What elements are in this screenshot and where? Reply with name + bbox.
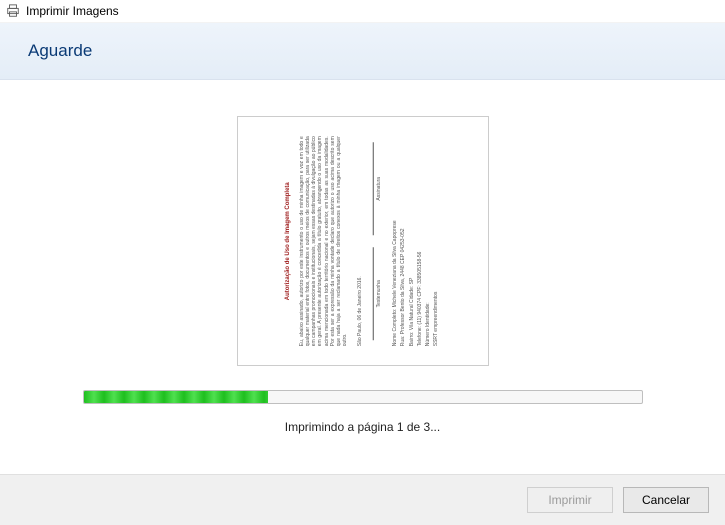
content-area: Autorização de Uso de Imagem Completa Eu…: [0, 80, 725, 474]
window-title: Imprimir Imagens: [26, 4, 119, 18]
doc-info: Nome Completo: Michele Veneziana da Silv…: [391, 136, 439, 346]
dialog-footer: Imprimir Cancelar: [0, 474, 725, 525]
titlebar: Imprimir Imagens: [0, 0, 725, 23]
status-text: Imprimindo a página 1 de 3...: [285, 420, 440, 434]
preview-document: Autorização de Uso de Imagem Completa Eu…: [278, 126, 447, 356]
printer-icon: [6, 4, 20, 18]
signature-row: Testemunha Assinatura: [372, 136, 381, 346]
doc-body: Eu, abaixo assinado, autorizo por este i…: [298, 136, 348, 346]
doc-date: São Paulo, 06 de Janeiro 2016.: [356, 136, 362, 346]
print-button: Imprimir: [527, 487, 613, 513]
doc-title: Autorização de Uso de Imagem Completa: [284, 136, 292, 346]
signature-right: Assinatura: [372, 136, 381, 241]
header-title: Aguarde: [28, 41, 92, 60]
progress-bar: [83, 390, 643, 404]
dialog-header: Aguarde: [0, 23, 725, 80]
signature-left: Testemunha: [372, 241, 381, 346]
print-preview: Autorização de Uso de Imagem Completa Eu…: [237, 116, 489, 366]
cancel-button[interactable]: Cancelar: [623, 487, 709, 513]
progress-fill: [84, 391, 268, 403]
